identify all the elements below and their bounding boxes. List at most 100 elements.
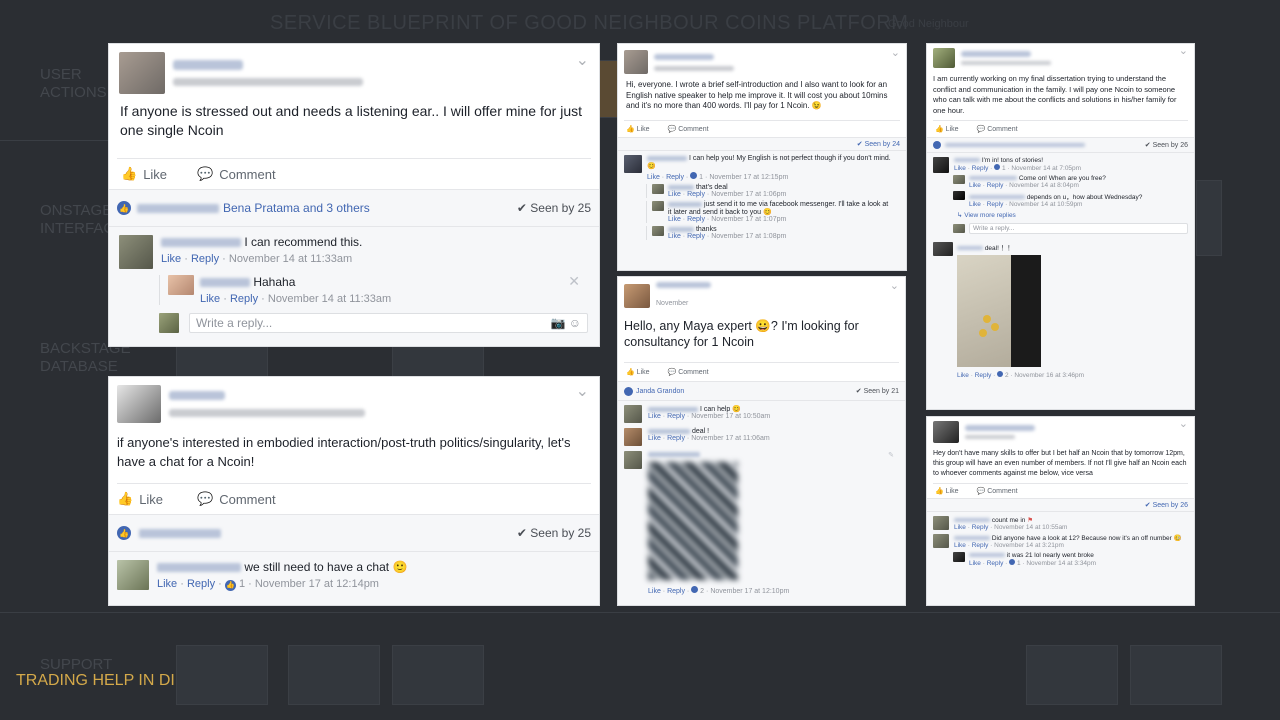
- comment-time[interactable]: November 14 at 3:34pm: [1026, 560, 1096, 567]
- comment-time[interactable]: November 17 at 1:08pm: [711, 233, 786, 240]
- commenter-name-blurred[interactable]: [648, 451, 700, 457]
- like-count[interactable]: 1: [239, 578, 245, 590]
- chevron-down-icon[interactable]: ⌄: [576, 381, 589, 401]
- comment-time[interactable]: November 17 at 10:50am: [691, 413, 770, 420]
- commenter-avatar[interactable]: [624, 451, 642, 469]
- comment-like-link[interactable]: Like: [647, 174, 660, 181]
- seen-by[interactable]: ✔ Seen by 21: [856, 387, 899, 395]
- comment-reply-link[interactable]: Reply: [687, 191, 705, 198]
- like-button[interactable]: 👍 Like: [626, 121, 650, 137]
- commenter-name-blurred[interactable]: [954, 536, 990, 541]
- comment-reply-link[interactable]: Reply: [987, 182, 1004, 189]
- commenter-name-blurred[interactable]: [954, 158, 980, 163]
- commenter-avatar[interactable]: [624, 155, 642, 173]
- commenter-name-blurred[interactable]: [954, 518, 990, 523]
- like-button[interactable]: 👍 Like: [935, 484, 959, 498]
- comment-like-link[interactable]: Like: [648, 413, 661, 420]
- comment-time[interactable]: November 14 at 3:21pm: [994, 542, 1064, 549]
- emoji-icon[interactable]: ☺: [569, 316, 581, 330]
- reactor-name-blurred[interactable]: [137, 203, 219, 213]
- seen-by[interactable]: ✔ Seen by 26: [1145, 501, 1188, 509]
- edit-icon[interactable]: ✎: [888, 451, 894, 459]
- reactor-name-blurred[interactable]: [945, 143, 1085, 147]
- comment-reply-link[interactable]: Reply: [667, 413, 685, 420]
- comment-like-link[interactable]: Like: [969, 201, 981, 208]
- comment-time[interactable]: November 17 at 1:07pm: [711, 216, 786, 223]
- reactor-name-blurred[interactable]: [139, 528, 221, 538]
- comment-time[interactable]: November 14 at 7:05pm: [1011, 165, 1081, 172]
- comment-time[interactable]: November 14 at 8:04pm: [1009, 182, 1079, 189]
- comment-reply-link[interactable]: Reply: [191, 253, 219, 265]
- comment-like-link[interactable]: Like: [954, 542, 966, 549]
- commenter-name-blurred[interactable]: [668, 226, 694, 232]
- comment-like-link[interactable]: Like: [954, 524, 966, 531]
- comment-reply-link[interactable]: Reply: [987, 201, 1004, 208]
- comment-reply-link[interactable]: Reply: [975, 372, 992, 379]
- comment-time[interactable]: November 14 at 10:59pm: [1009, 201, 1082, 208]
- seen-by[interactable]: ✔ Seen by 24: [857, 140, 900, 148]
- reply-input[interactable]: Write a reply...: [969, 223, 1188, 234]
- author-avatar[interactable]: [933, 48, 955, 68]
- author-avatar[interactable]: [119, 52, 165, 94]
- comment-reply-link[interactable]: Reply: [667, 435, 685, 442]
- comment-time[interactable]: November 16 at 3:46pm: [1014, 372, 1084, 379]
- comment-like-link[interactable]: Like: [954, 165, 966, 172]
- comment-time[interactable]: November 14 at 11:33am: [229, 253, 352, 265]
- comment-reply-link[interactable]: Reply: [972, 524, 989, 531]
- comment-button[interactable]: 💬 Comment: [668, 121, 709, 137]
- author-avatar[interactable]: [117, 385, 161, 423]
- camera-icon[interactable]: 📷: [550, 316, 565, 330]
- like-button[interactable]: 👍 Like: [626, 363, 650, 381]
- commenter-avatar[interactable]: [168, 275, 194, 295]
- commenter-avatar[interactable]: [652, 201, 664, 211]
- commenter-avatar[interactable]: [933, 534, 949, 548]
- comment-like-link[interactable]: Like: [668, 233, 681, 240]
- comment-time[interactable]: November 14 at 11:33am: [268, 293, 391, 305]
- commenter-name-blurred[interactable]: [648, 406, 698, 412]
- comment-reply-link[interactable]: Reply: [667, 588, 685, 595]
- comment-time[interactable]: November 14 at 10:55am: [994, 524, 1067, 531]
- author-name-blurred[interactable]: [965, 425, 1035, 431]
- chevron-down-icon[interactable]: ⌄: [891, 46, 900, 59]
- comment-reply-link[interactable]: Reply: [987, 560, 1004, 567]
- view-more-replies-link[interactable]: ↳ View more replies: [957, 211, 1188, 219]
- commenter-name-blurred[interactable]: [668, 201, 702, 207]
- comment-button[interactable]: 💬 Comment: [977, 484, 1018, 498]
- comment-like-link[interactable]: Like: [668, 216, 681, 223]
- comment-like-link[interactable]: Like: [969, 560, 981, 567]
- comment-reply-link[interactable]: Reply: [972, 165, 989, 172]
- author-name-blurred[interactable]: [173, 60, 243, 70]
- comment-reply-link[interactable]: Reply: [687, 233, 705, 240]
- chevron-down-icon[interactable]: ⌄: [1179, 44, 1188, 57]
- comment-photo-hands[interactable]: [957, 255, 1041, 367]
- comment-reply-link[interactable]: Reply: [687, 216, 705, 223]
- author-avatar[interactable]: [624, 50, 648, 74]
- commenter-avatar[interactable]: [117, 560, 149, 590]
- author-avatar[interactable]: [624, 284, 650, 308]
- commenter-avatar[interactable]: [624, 428, 642, 446]
- comment-like-link[interactable]: Like: [957, 372, 969, 379]
- comment-reply-link[interactable]: Reply: [230, 293, 258, 305]
- comment-button[interactable]: 💬 Comment: [197, 159, 276, 189]
- comment-time[interactable]: November 17 at 12:10pm: [710, 588, 789, 595]
- comment-time[interactable]: November 17 at 12:14pm: [255, 578, 379, 590]
- chevron-down-icon[interactable]: ⌄: [890, 279, 899, 292]
- commenter-avatar[interactable]: [624, 405, 642, 423]
- seen-by[interactable]: ✔ Seen by 26: [1145, 141, 1188, 149]
- author-name-blurred[interactable]: [961, 51, 1031, 57]
- commenter-name-blurred[interactable]: [648, 428, 690, 434]
- comment-photo-blurred[interactable]: [648, 462, 738, 580]
- comment-time[interactable]: November 17 at 11:06am: [691, 435, 769, 442]
- commenter-name-blurred[interactable]: [969, 176, 1017, 181]
- comment-like-link[interactable]: Like: [161, 253, 181, 265]
- reactor-name[interactable]: Janda Grandon: [636, 388, 684, 395]
- seen-by[interactable]: ✔ Seen by 25: [517, 526, 591, 540]
- chevron-down-icon[interactable]: ⌄: [1179, 417, 1188, 430]
- author-avatar[interactable]: [933, 421, 959, 443]
- commenter-avatar[interactable]: [933, 516, 949, 530]
- seen-by[interactable]: ✔ Seen by 25: [517, 201, 591, 215]
- comment-reply-link[interactable]: Reply: [972, 542, 989, 549]
- comment-like-link[interactable]: Like: [969, 182, 981, 189]
- comment-like-link[interactable]: Like: [668, 191, 681, 198]
- commenter-name-blurred[interactable]: [161, 238, 241, 248]
